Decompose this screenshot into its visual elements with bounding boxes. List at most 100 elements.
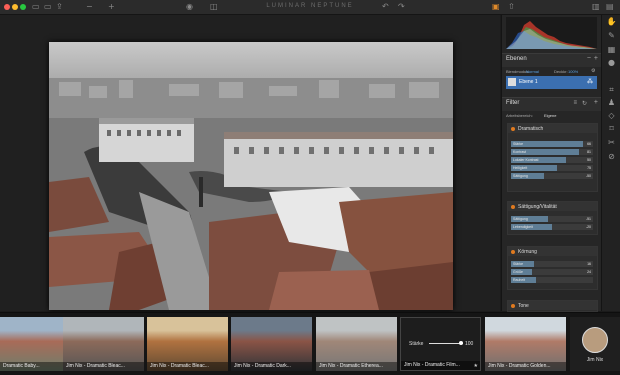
filter-toggle-dot[interactable] xyxy=(511,127,515,131)
slider-value: -20 xyxy=(585,225,591,229)
stamp-icon[interactable]: ♟ xyxy=(606,98,617,108)
add-filter-icon[interactable]: + xyxy=(594,99,598,106)
add-layer-icon[interactable]: + xyxy=(594,55,598,62)
preset-thumbnail[interactable]: Jim Nix - Dramatic Bleac... xyxy=(147,317,228,371)
filter-group-header[interactable]: Sättigung/Vitalität xyxy=(508,202,597,211)
workspace-label: Arbeitsbereich: xyxy=(506,113,533,118)
preset-filmstrip: Dramatic Baby... Jim Nix - Dramatic Blea… xyxy=(0,312,620,375)
slider-row[interactable]: Stärke 16 xyxy=(511,261,593,267)
layer-mask-icon[interactable]: ⁂ xyxy=(587,78,593,85)
transform-icon[interactable]: ⌑ xyxy=(606,124,617,134)
slider-label: Rauheit xyxy=(513,278,526,282)
preset-name: Jim Nix - Dramatic Film... xyxy=(401,361,480,370)
slider-label: Stärke xyxy=(513,262,524,266)
radial-icon[interactable]: ● xyxy=(606,58,617,68)
preset-strength-label: Stärke xyxy=(409,341,424,347)
filter-group-header[interactable]: Körnung xyxy=(508,247,597,256)
author-name: Jim Nix xyxy=(586,357,604,363)
redo-icon[interactable]: ↷ xyxy=(398,2,405,12)
slider-value: 50 xyxy=(587,158,591,162)
histogram xyxy=(506,17,597,49)
slider-row[interactable]: Helligkeit 75 xyxy=(511,165,593,171)
filter-toggle-dot[interactable] xyxy=(511,205,515,209)
layers-title: Ebenen xyxy=(506,56,527,62)
preset-thumbnail[interactable]: Jim Nix - Dramatic Golden... xyxy=(485,317,566,371)
layout-icon[interactable]: ▤ xyxy=(606,2,614,12)
preset-thumbnail-active[interactable]: Stärke 100 Jim Nix - Dramatic Film... ★ xyxy=(400,317,481,371)
gradient-icon[interactable]: ▦ xyxy=(606,45,617,55)
preset-thumbnail[interactable]: Jim Nix - Dramatic Etherea... xyxy=(316,317,397,371)
main-photo[interactable] xyxy=(49,42,453,310)
slider-row[interactable]: Größe 24 xyxy=(511,269,593,275)
author-card[interactable]: Jim Nix xyxy=(570,317,620,371)
slider-value: -51 xyxy=(585,217,591,221)
brush-icon[interactable]: ✎ xyxy=(606,31,617,41)
slider-row[interactable]: Stärke 66 xyxy=(511,141,593,147)
slider-value: -50 xyxy=(585,174,591,178)
preset-name: Jim Nix - Dramatic Etherea... xyxy=(316,362,397,371)
histogram-graph xyxy=(506,21,597,49)
preset-name: Jim Nix - Dramatic Golden... xyxy=(485,362,566,371)
layer-row[interactable]: Ebene 1 ⁂ xyxy=(506,76,597,89)
slider-row[interactable]: Sättigung -50 xyxy=(511,173,593,179)
slider-label: Kontrast xyxy=(513,150,527,154)
opacity-value[interactable]: 100% xyxy=(568,69,578,74)
slider-label: Lokaler Kontrast xyxy=(513,158,539,162)
filter-header[interactable]: Filter ≡ ↻ + xyxy=(502,97,601,111)
crop-icon[interactable]: ⌗ xyxy=(606,85,617,95)
filter-group-header[interactable]: Tone xyxy=(508,301,597,310)
scissors-icon[interactable]: ✂ xyxy=(606,138,617,148)
title-bar: ▭ ▭ ⇪ − + ◉ ◫ LUMINAR NEPTUNE ↶ ↷ ▣ ⇧ ▥ … xyxy=(0,0,620,15)
filter-group-dramatic: Dramatisch Stärke 66 Kontrast 81 Lokaler K… xyxy=(507,123,598,192)
undo-icon[interactable]: ↶ xyxy=(382,2,389,12)
author-avatar xyxy=(582,327,608,353)
slider-label: Helligkeit xyxy=(513,166,528,170)
filter-toggle-dot[interactable] xyxy=(511,250,515,254)
slider-label: Stärke xyxy=(513,142,524,146)
slider-row[interactable]: Lebendigkeit -20 xyxy=(511,224,593,230)
filter-refresh-icon[interactable]: ↻ xyxy=(582,100,587,107)
image-canvas[interactable] xyxy=(0,15,500,311)
right-panel: Ebenen − + Blendmodus: Normal Deckkr: 10… xyxy=(501,15,601,312)
slider-value: 81 xyxy=(587,150,591,154)
panel-toggle-icon[interactable]: ▥ xyxy=(592,2,600,12)
layers-header[interactable]: Ebenen − + xyxy=(502,53,601,67)
slider-row[interactable]: Rauheit xyxy=(511,277,593,283)
slider-row[interactable]: Sättigung -51 xyxy=(511,216,593,222)
preset-thumbnail[interactable]: Jim Nix - Dramatic Bleac... xyxy=(63,317,144,371)
filter-toggle-dot[interactable] xyxy=(511,304,515,308)
slider-label: Sättigung xyxy=(513,217,528,221)
zoom-tool-icon[interactable]: ⊘ xyxy=(606,152,617,162)
filter-group-header[interactable]: Dramatisch xyxy=(508,124,597,133)
hand-icon[interactable]: ✋ xyxy=(606,17,617,27)
preset-strength-handle[interactable] xyxy=(459,341,463,345)
slider-value: 24 xyxy=(587,270,591,274)
filter-group-saturation: Sättigung/Vitalität Sättigung -51 Lebendi… xyxy=(507,201,598,235)
blend-mode-select[interactable]: Normal xyxy=(526,69,539,74)
slider-value: 75 xyxy=(587,166,591,170)
slider-row[interactable]: Lokaler Kontrast 50 xyxy=(511,157,593,163)
filter-list-icon[interactable]: ≡ xyxy=(573,100,577,106)
slider-row[interactable]: Kontrast 81 xyxy=(511,149,593,155)
preset-strength-slider[interactable] xyxy=(429,343,463,344)
opacity-label: Deckkr: xyxy=(554,69,568,74)
workspace-select[interactable]: Eigene xyxy=(544,113,556,118)
export-icon[interactable]: ⇧ xyxy=(508,2,515,12)
presets-icon[interactable]: ▣ xyxy=(492,2,500,12)
remove-layer-icon[interactable]: − xyxy=(587,55,591,62)
layer-settings-icon[interactable]: ⚙ xyxy=(591,68,595,74)
preset-name: Jim Nix - Dramatic Dark... xyxy=(231,362,312,371)
slider-value: 66 xyxy=(587,142,591,146)
slider-label: Größe xyxy=(513,270,523,274)
lisbon-cityscape-photo xyxy=(49,42,453,310)
preset-name: Jim Nix - Dramatic Bleac... xyxy=(63,362,144,371)
erase-icon[interactable]: ◇ xyxy=(606,111,617,121)
preset-thumbnail[interactable]: Jim Nix - Dramatic Dark... xyxy=(231,317,312,371)
filter-group-title: Körnung xyxy=(518,249,537,255)
filter-group-title: Dramatisch xyxy=(518,126,544,132)
slider-label: Lebendigkeit xyxy=(513,225,533,229)
preset-strength-value: 100 xyxy=(465,341,474,347)
favorite-star-icon[interactable]: ★ xyxy=(474,363,478,369)
tool-column: ✋ ✎ ▦ ● ⌗ ♟ ◇ ⌑ ✂ ⊘ xyxy=(601,15,620,311)
slider-value: 16 xyxy=(587,262,591,266)
